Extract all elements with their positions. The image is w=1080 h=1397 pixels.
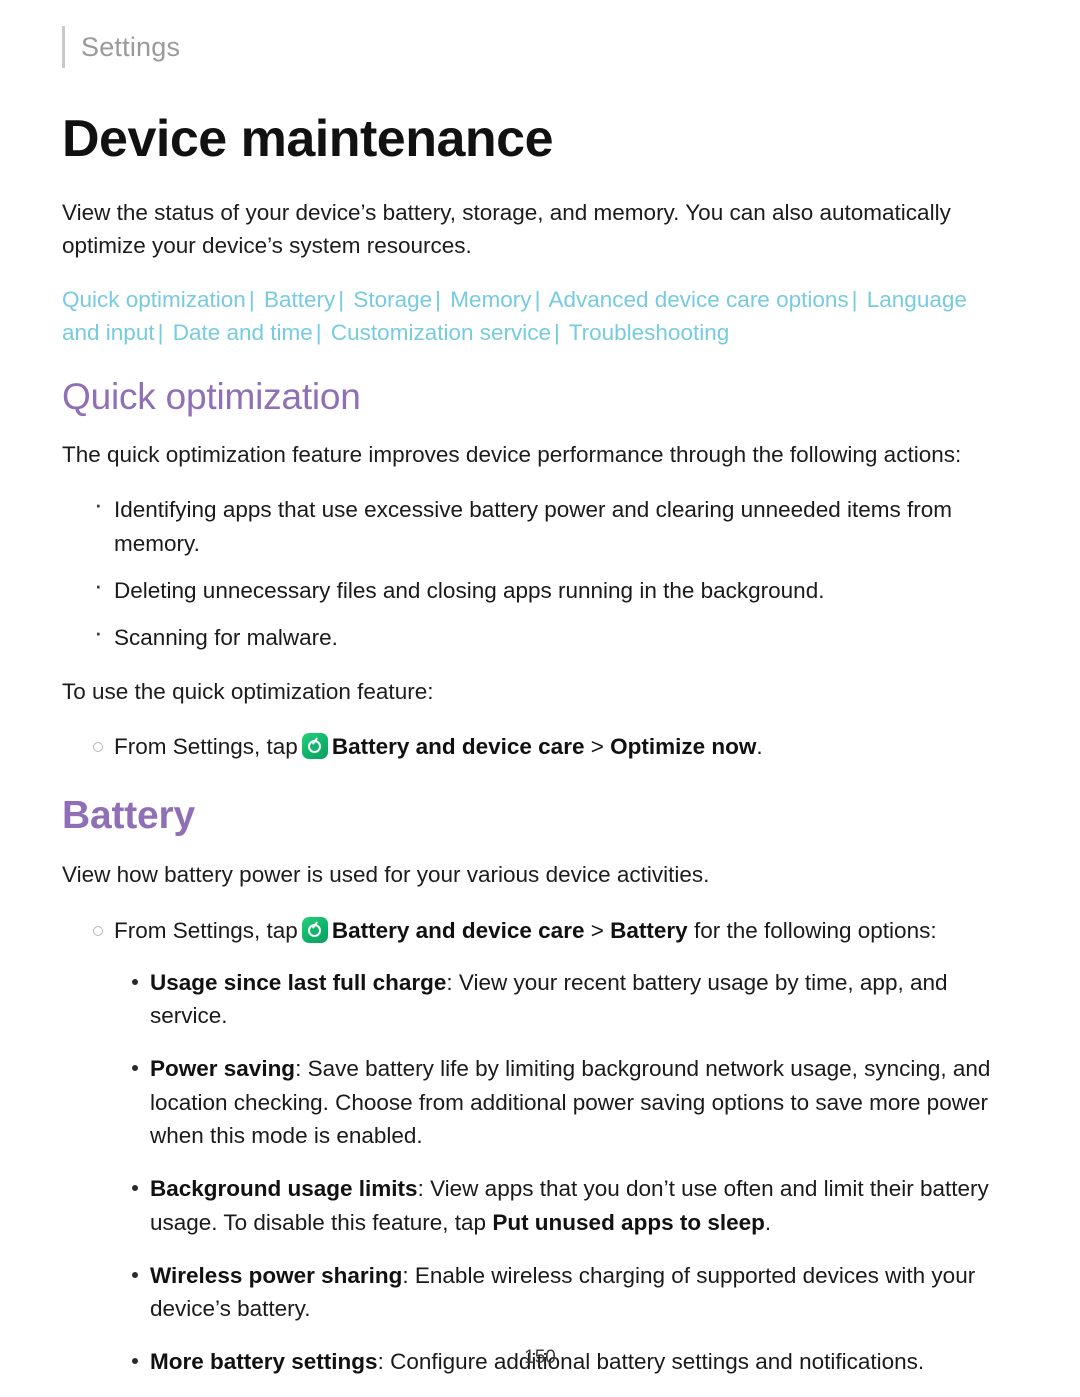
link-memory[interactable]: Memory bbox=[450, 287, 531, 312]
link-separator: | bbox=[157, 320, 164, 346]
option-desc-bold: Put unused apps to sleep bbox=[492, 1209, 765, 1235]
link-separator: | bbox=[435, 287, 442, 313]
link-separator: | bbox=[554, 320, 560, 346]
header-divider bbox=[62, 26, 65, 68]
list-item: Power saving: Save battery life by limit… bbox=[62, 1052, 1018, 1152]
list-item: Deleting unnecessary files and closing a… bbox=[62, 566, 1018, 607]
intro-paragraph: View the status of your device’s battery… bbox=[62, 199, 951, 258]
option-term: Usage since last full charge bbox=[150, 969, 447, 995]
step-path: Battery and device care bbox=[331, 734, 585, 760]
list-item: Identifying apps that use excessive batt… bbox=[62, 486, 1018, 560]
option-term: Wireless power sharing bbox=[150, 1262, 403, 1288]
quick-optimization-use-line: To use the quick optimization feature: bbox=[62, 678, 434, 704]
step-separator: > bbox=[590, 918, 604, 943]
link-date-and-time[interactable]: Date and time bbox=[173, 320, 313, 345]
step-action: Optimize now bbox=[610, 734, 757, 760]
heading-battery: Battery bbox=[62, 794, 195, 838]
battery-steps: From Settings, tap Battery and device car… bbox=[62, 914, 1018, 948]
list-item: From Settings, tap Battery and device car… bbox=[62, 730, 1018, 764]
step-separator: > bbox=[590, 734, 604, 760]
link-advanced-device-care-options[interactable]: Advanced device care options bbox=[548, 287, 848, 312]
link-separator: | bbox=[851, 287, 858, 313]
option-desc-tail: . bbox=[764, 1209, 772, 1235]
step-path: Battery and device care bbox=[331, 918, 585, 943]
heading-quick-optimization: Quick optimization bbox=[62, 375, 361, 417]
option-term: Background usage limits bbox=[150, 1176, 418, 1202]
battery-device-care-icon bbox=[301, 917, 328, 943]
link-separator: | bbox=[338, 287, 345, 313]
link-quick-optimization[interactable]: Quick optimization bbox=[62, 287, 246, 312]
page-header: Settings bbox=[62, 0, 1018, 78]
list-item: Scanning for malware. bbox=[62, 613, 1018, 654]
list-item: Usage since last full charge: View your … bbox=[62, 966, 1018, 1033]
list-item: Wireless power sharing: Enable wireless … bbox=[62, 1259, 1018, 1326]
step-suffix: . bbox=[756, 734, 763, 760]
step-prefix: From Settings, tap bbox=[114, 734, 298, 760]
header-title: Settings bbox=[81, 31, 181, 62]
section-link-bar: Quick optimization | Battery | Storage | Me… bbox=[62, 284, 982, 349]
page-number: 150 bbox=[524, 1347, 556, 1368]
document-page: Settings Device maintenance View the sta… bbox=[0, 0, 1080, 1397]
list-item: From Settings, tap Battery and device car… bbox=[62, 914, 1018, 948]
battery-device-care-icon bbox=[301, 733, 328, 760]
link-battery[interactable]: Battery bbox=[264, 287, 335, 312]
link-troubleshooting[interactable]: Troubleshooting bbox=[569, 320, 730, 345]
link-separator: | bbox=[248, 287, 255, 313]
quick-optimization-intro: The quick optimization feature improves … bbox=[62, 441, 962, 467]
battery-intro: View how battery power is used for your … bbox=[62, 862, 710, 888]
link-storage[interactable]: Storage bbox=[353, 287, 432, 312]
quick-optimization-steps: From Settings, tap Battery and device car… bbox=[62, 730, 1018, 764]
link-separator: | bbox=[534, 287, 541, 313]
battery-options: Usage since last full charge: View your … bbox=[62, 966, 1018, 1379]
list-item: Background usage limits: View apps that … bbox=[62, 1172, 1018, 1239]
link-separator: | bbox=[315, 320, 322, 346]
link-customization-service[interactable]: Customization service bbox=[331, 320, 551, 345]
page-title: Device maintenance bbox=[62, 110, 554, 168]
step-target: Battery bbox=[610, 918, 688, 943]
step-prefix: From Settings, tap bbox=[114, 918, 298, 943]
step-suffix: for the following options: bbox=[693, 918, 937, 943]
quick-optimization-bullets: Identifying apps that use excessive batt… bbox=[62, 486, 1018, 654]
option-term: Power saving bbox=[150, 1056, 296, 1082]
